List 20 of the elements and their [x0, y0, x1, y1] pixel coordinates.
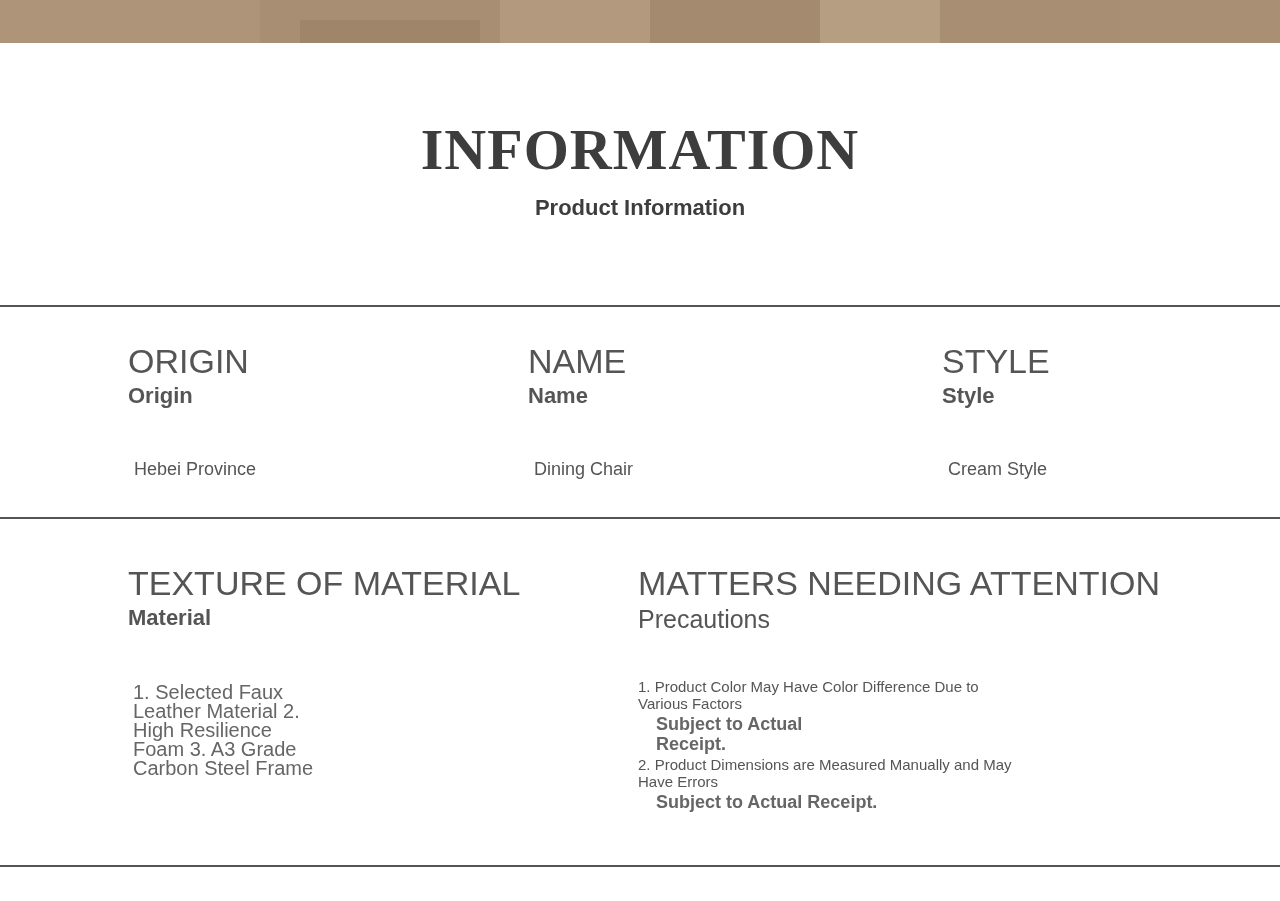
section-title: INFORMATION: [420, 117, 860, 183]
field-value: Cream Style: [947, 459, 1049, 480]
field-value: Dining Chair: [533, 459, 635, 480]
field-heading: STYLE: [942, 341, 1051, 381]
field-label: Precautions: [638, 605, 772, 634]
section-subtitle: Product Information: [534, 195, 746, 221]
field-label: Origin: [128, 383, 194, 409]
field-value: Hebei Province: [133, 459, 258, 480]
material-text: 1. Selected Faux Leather Material 2. High Resilience Foam 3. A3 Grade Carbon Steel Frame: [132, 683, 315, 778]
field-label: Style: [942, 383, 996, 409]
precaution-note: 2. Product Dimensions are Measured Manually and May Have Errors: [638, 756, 1013, 790]
field-label: Material: [128, 605, 213, 631]
field-heading: ORIGIN: [128, 341, 250, 381]
field-heading: MATTERS NEEDING ATTENTION: [638, 563, 1161, 603]
field-label: Name: [528, 383, 589, 409]
remark-text: Subject to Actual Receipt.: [655, 714, 804, 754]
remark-text: Subject to Actual Receipt.: [655, 792, 879, 812]
field-heading: TEXTURE OF MATERIAL: [128, 563, 522, 603]
precaution-note: 1. Product Color May Have Color Difference Due to Various Factors: [638, 678, 980, 712]
field-heading: NAME: [528, 341, 628, 381]
